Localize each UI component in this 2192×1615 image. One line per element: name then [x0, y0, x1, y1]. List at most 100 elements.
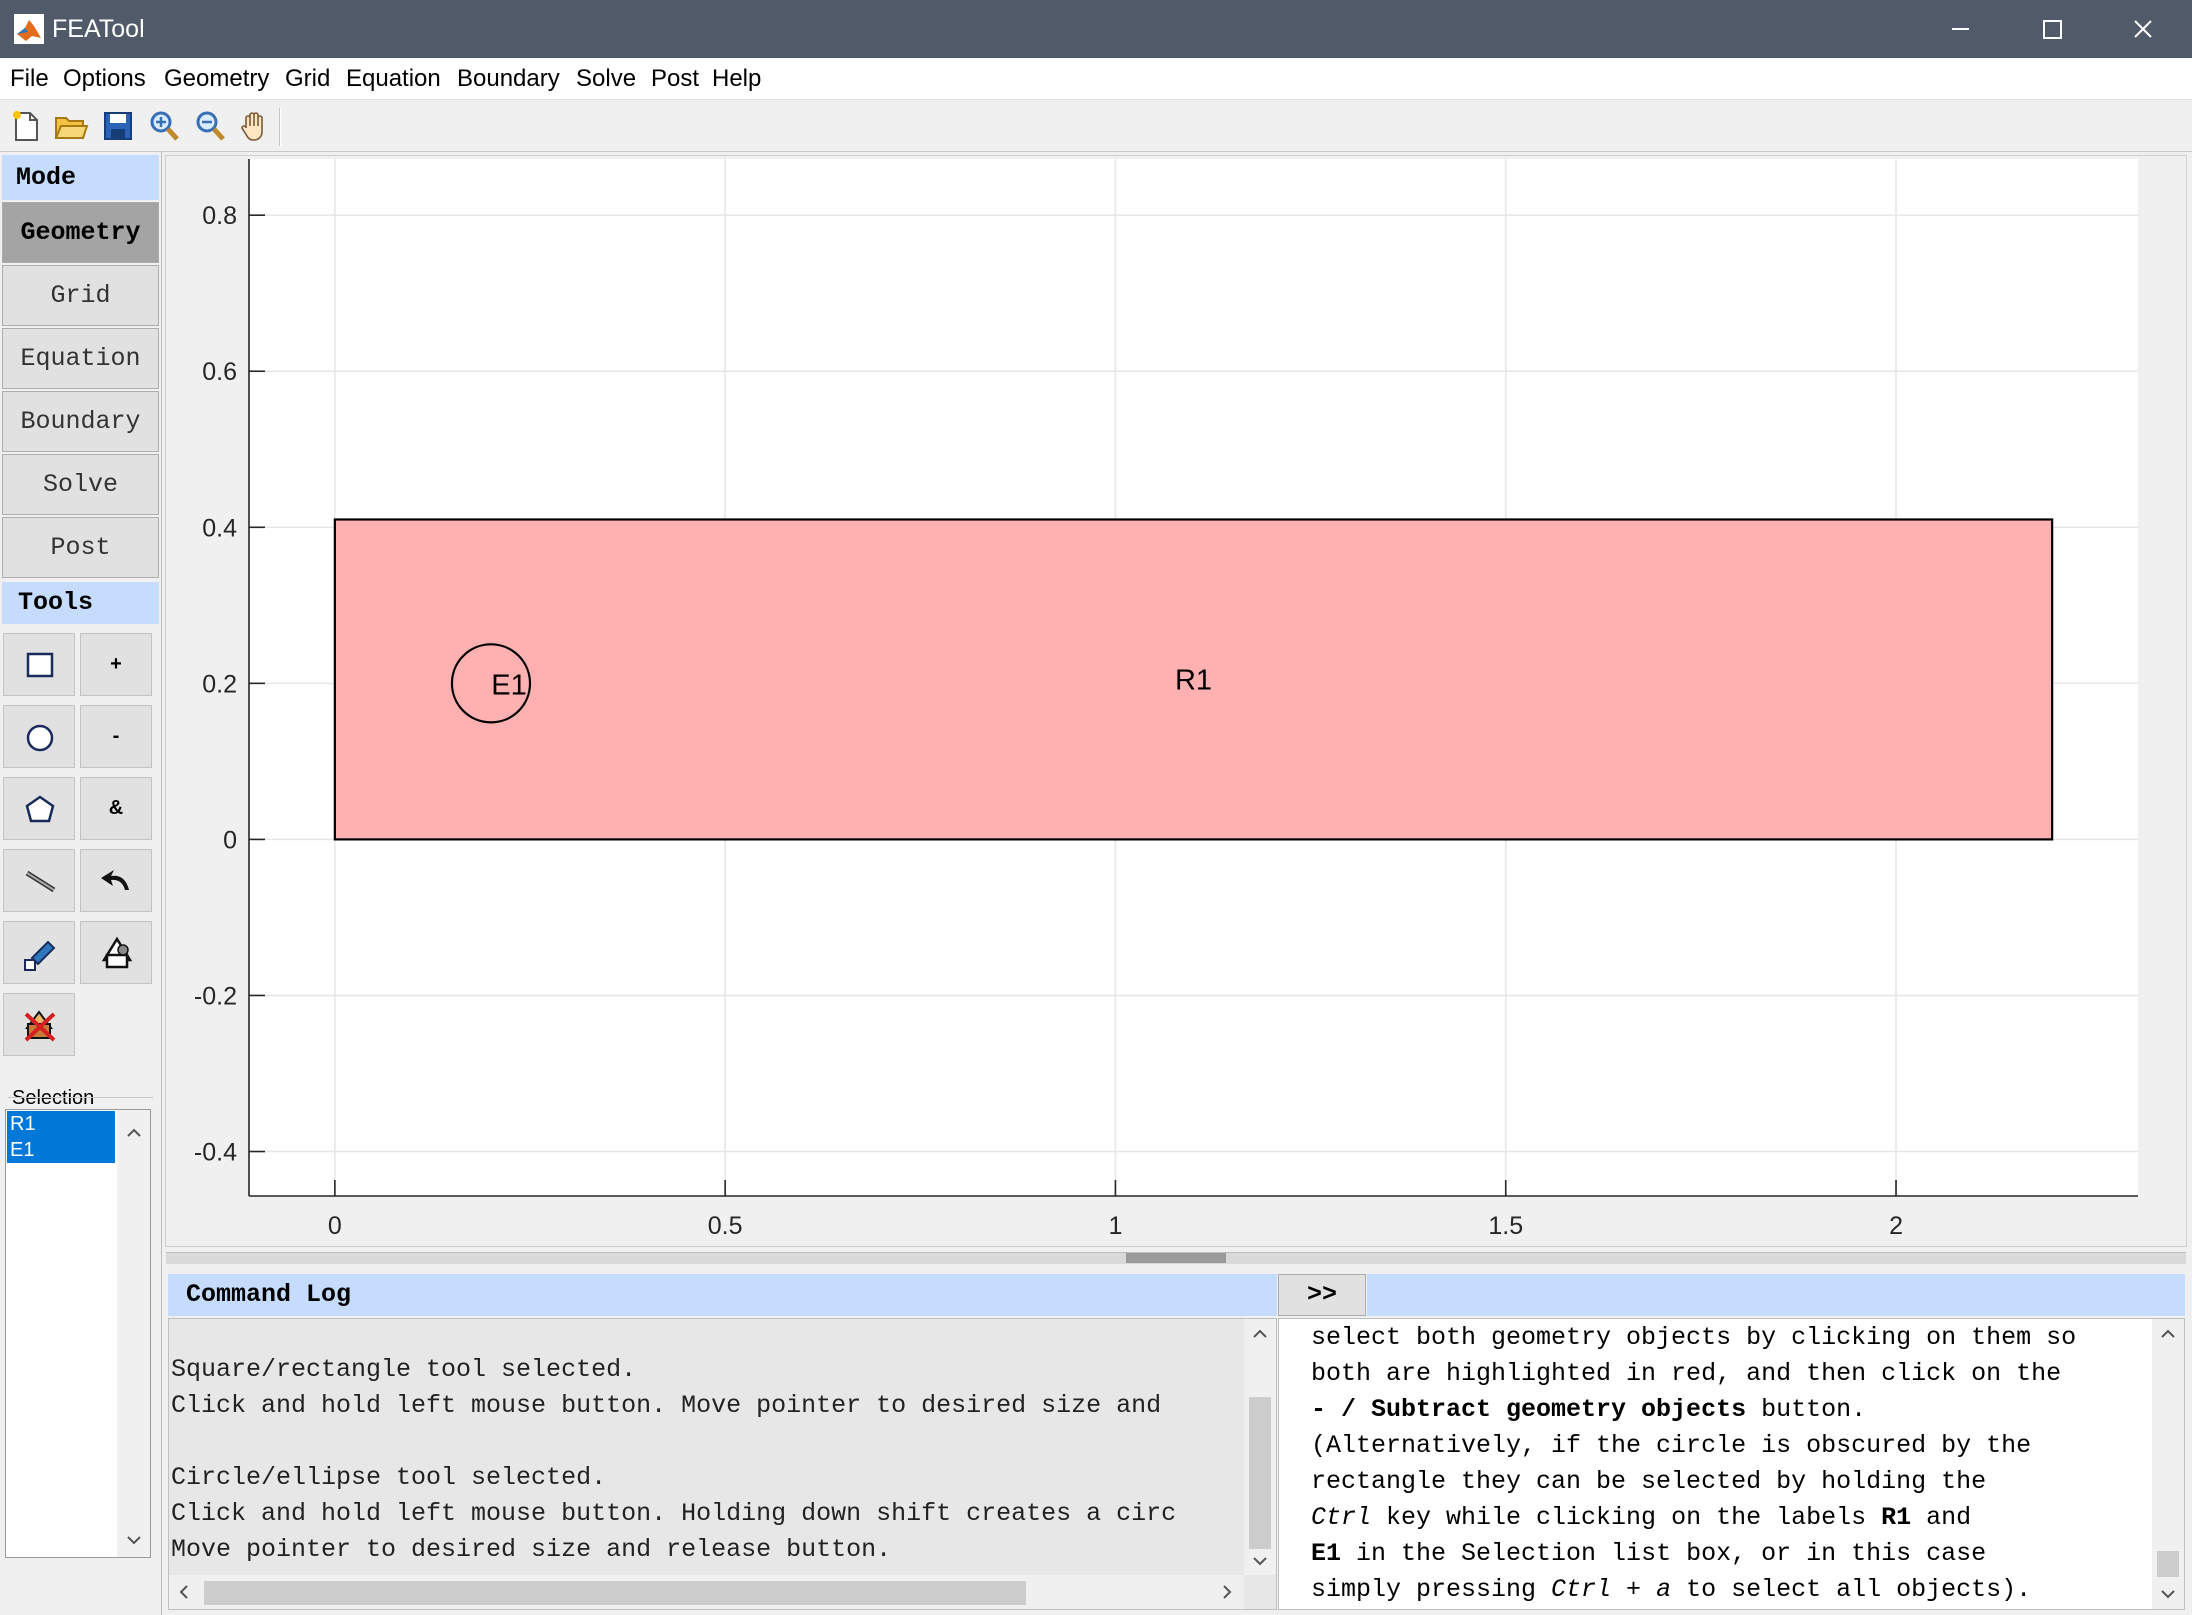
log-vertical-scrollbar[interactable] — [1244, 1319, 1276, 1575]
x-tick-label: 2 — [1889, 1212, 1903, 1240]
log-hscroll-thumb[interactable] — [204, 1581, 1026, 1605]
help-text-run: both are highlighted in red, and then cl… — [1311, 1359, 2062, 1388]
selection-label: Selection — [10, 1087, 97, 1110]
maximize-button[interactable] — [2006, 0, 2098, 58]
menu-geometry[interactable]: Geometry — [164, 58, 269, 100]
selection-item-e1[interactable]: E1 — [7, 1137, 115, 1163]
help-line: (Alternatively, if the circle is obscure… — [1311, 1431, 2031, 1460]
save-icon — [104, 112, 132, 140]
splitter-grip[interactable] — [1126, 1253, 1226, 1263]
help-text-run: button. — [1746, 1395, 1867, 1424]
open-button[interactable] — [51, 106, 91, 146]
help-text-run: rectangle they can be selected by holdin… — [1311, 1467, 1987, 1496]
selection-item-r1[interactable]: R1 — [7, 1111, 115, 1137]
help-text-panel[interactable]: select both geometry objects by clicking… — [1278, 1318, 2185, 1610]
help-text-run: select both geometry objects by clicking… — [1311, 1323, 2077, 1352]
help-line: Ctrl key while clicking on the labels R1… — [1311, 1503, 1971, 1532]
y-tick-label: 0.4 — [202, 514, 237, 542]
close-button[interactable] — [2098, 0, 2190, 58]
menu-file[interactable]: File — [10, 58, 49, 100]
geometry-settings-button[interactable] — [80, 921, 152, 984]
plot-panel: R1 E1 0 0.5 1 1.5 2 0.8 0.6 0.4 0.2 0 -0.2 -0.4 — [165, 155, 2187, 1247]
log-horizontal-scrollbar[interactable] — [169, 1575, 1244, 1609]
help-text-run: to select all objects). — [1671, 1575, 2032, 1604]
left-panel: Mode Geometry Grid Equation Boundary Sol… — [0, 152, 162, 1615]
circle-icon — [26, 724, 54, 752]
draw-line-tool-button[interactable] — [3, 849, 75, 912]
toggle-help-button[interactable]: >> — [1278, 1274, 1366, 1316]
shape-label-e1: E1 — [491, 669, 526, 701]
x-tick-label: 0.5 — [708, 1212, 743, 1240]
scroll-arrows-icon — [127, 1128, 141, 1545]
mode-grid-button[interactable]: Grid — [2, 265, 159, 326]
pan-button[interactable] — [235, 106, 275, 146]
circle-tool-button[interactable] — [3, 705, 75, 768]
menu-boundary[interactable]: Boundary — [457, 58, 560, 100]
open-folder-icon — [54, 117, 89, 139]
log-line: Square/rectangle tool selected. — [171, 1355, 637, 1384]
mode-solve-button[interactable]: Solve — [2, 454, 159, 515]
zoom-in-icon — [150, 111, 179, 141]
save-button[interactable] — [98, 106, 138, 146]
intersect-tool-button[interactable]: & — [80, 777, 152, 840]
minimize-button[interactable] — [1914, 0, 2006, 58]
menu-help[interactable]: Help — [712, 58, 761, 100]
log-line: Circle/ellipse tool selected. — [171, 1463, 607, 1492]
geometry-objects: R1 E1 — [333, 518, 2054, 841]
menu-options[interactable]: Options — [63, 58, 146, 100]
menu-grid[interactable]: Grid — [285, 58, 330, 100]
help-text-run: Ctrl + a — [1551, 1575, 1672, 1604]
menu-bar: File Options Geometry Grid Equation Boun… — [0, 58, 2192, 100]
help-text-run: and — [1911, 1503, 1972, 1532]
menu-equation[interactable]: Equation — [346, 58, 441, 100]
help-line: - / Subtract geometry objects button. — [1311, 1395, 1866, 1424]
help-line: rectangle they can be selected by holdin… — [1311, 1467, 1986, 1496]
selection-listbox[interactable]: R1 E1 — [5, 1109, 151, 1558]
rectangle-tool-button[interactable] — [3, 633, 75, 696]
subtract-tool-button[interactable]: - — [80, 705, 152, 768]
command-log-text[interactable]: Square/rectangle tool selected. Click an… — [168, 1318, 1277, 1610]
help-text-run: R1 — [1881, 1503, 1912, 1532]
zoom-in-button[interactable] — [144, 106, 184, 146]
y-tick-label: -0.2 — [194, 982, 237, 1010]
undo-icon — [101, 870, 129, 890]
undo-button[interactable] — [80, 849, 152, 912]
menu-solve[interactable]: Solve — [576, 58, 636, 100]
log-line: Move pointer to desired size and release… — [171, 1535, 892, 1564]
selection-scrollbar[interactable] — [117, 1110, 150, 1557]
union-tool-button[interactable]: + — [80, 633, 152, 696]
help-line: both are highlighted in red, and then cl… — [1311, 1359, 2061, 1388]
help-header — [1367, 1274, 2185, 1316]
log-line: Click and hold left mouse button. Move p… — [171, 1391, 1162, 1420]
log-vscroll-thumb[interactable] — [1249, 1397, 1271, 1549]
pencil-line-icon — [25, 870, 56, 893]
shapes-gear-icon — [101, 936, 133, 969]
edit-geometry-button[interactable] — [3, 921, 75, 984]
mode-boundary-button[interactable]: Boundary — [2, 391, 159, 452]
mode-geometry-button[interactable]: Geometry — [2, 202, 159, 263]
new-button[interactable] — [6, 106, 46, 146]
close-icon — [2134, 20, 2152, 38]
mode-post-button[interactable]: Post — [2, 517, 159, 578]
delete-geometry-button[interactable] — [3, 993, 75, 1056]
polygon-tool-button[interactable] — [3, 777, 75, 840]
help-vertical-scrollbar[interactable] — [2152, 1319, 2184, 1609]
help-text-run: key while clicking on the labels — [1371, 1503, 1882, 1532]
x-tick-label: 1.5 — [1488, 1212, 1523, 1240]
geometry-plot[interactable]: R1 E1 0 0.5 1 1.5 2 0.8 0.6 0.4 0.2 0 -0.2 -0.4 — [166, 156, 2188, 1248]
mode-equation-button[interactable]: Equation — [2, 328, 159, 389]
maximize-icon — [2043, 20, 2062, 39]
help-vscroll-thumb[interactable] — [2157, 1551, 2179, 1577]
y-tick-label: -0.4 — [194, 1139, 237, 1167]
toolbar — [0, 100, 2192, 152]
zoom-out-button[interactable] — [190, 106, 230, 146]
polygon-icon — [25, 795, 55, 823]
x-tick-label: 1 — [1108, 1212, 1122, 1240]
help-text-run: E1 — [1311, 1539, 1342, 1568]
help-text-run: (Alternatively, if the circle is obscure… — [1311, 1431, 2032, 1460]
toolbar-separator — [279, 108, 281, 146]
pan-hand-icon — [241, 112, 263, 141]
window-title: FEATool — [52, 15, 145, 43]
shape-label-r1: R1 — [1175, 664, 1212, 696]
menu-post[interactable]: Post — [651, 58, 699, 100]
